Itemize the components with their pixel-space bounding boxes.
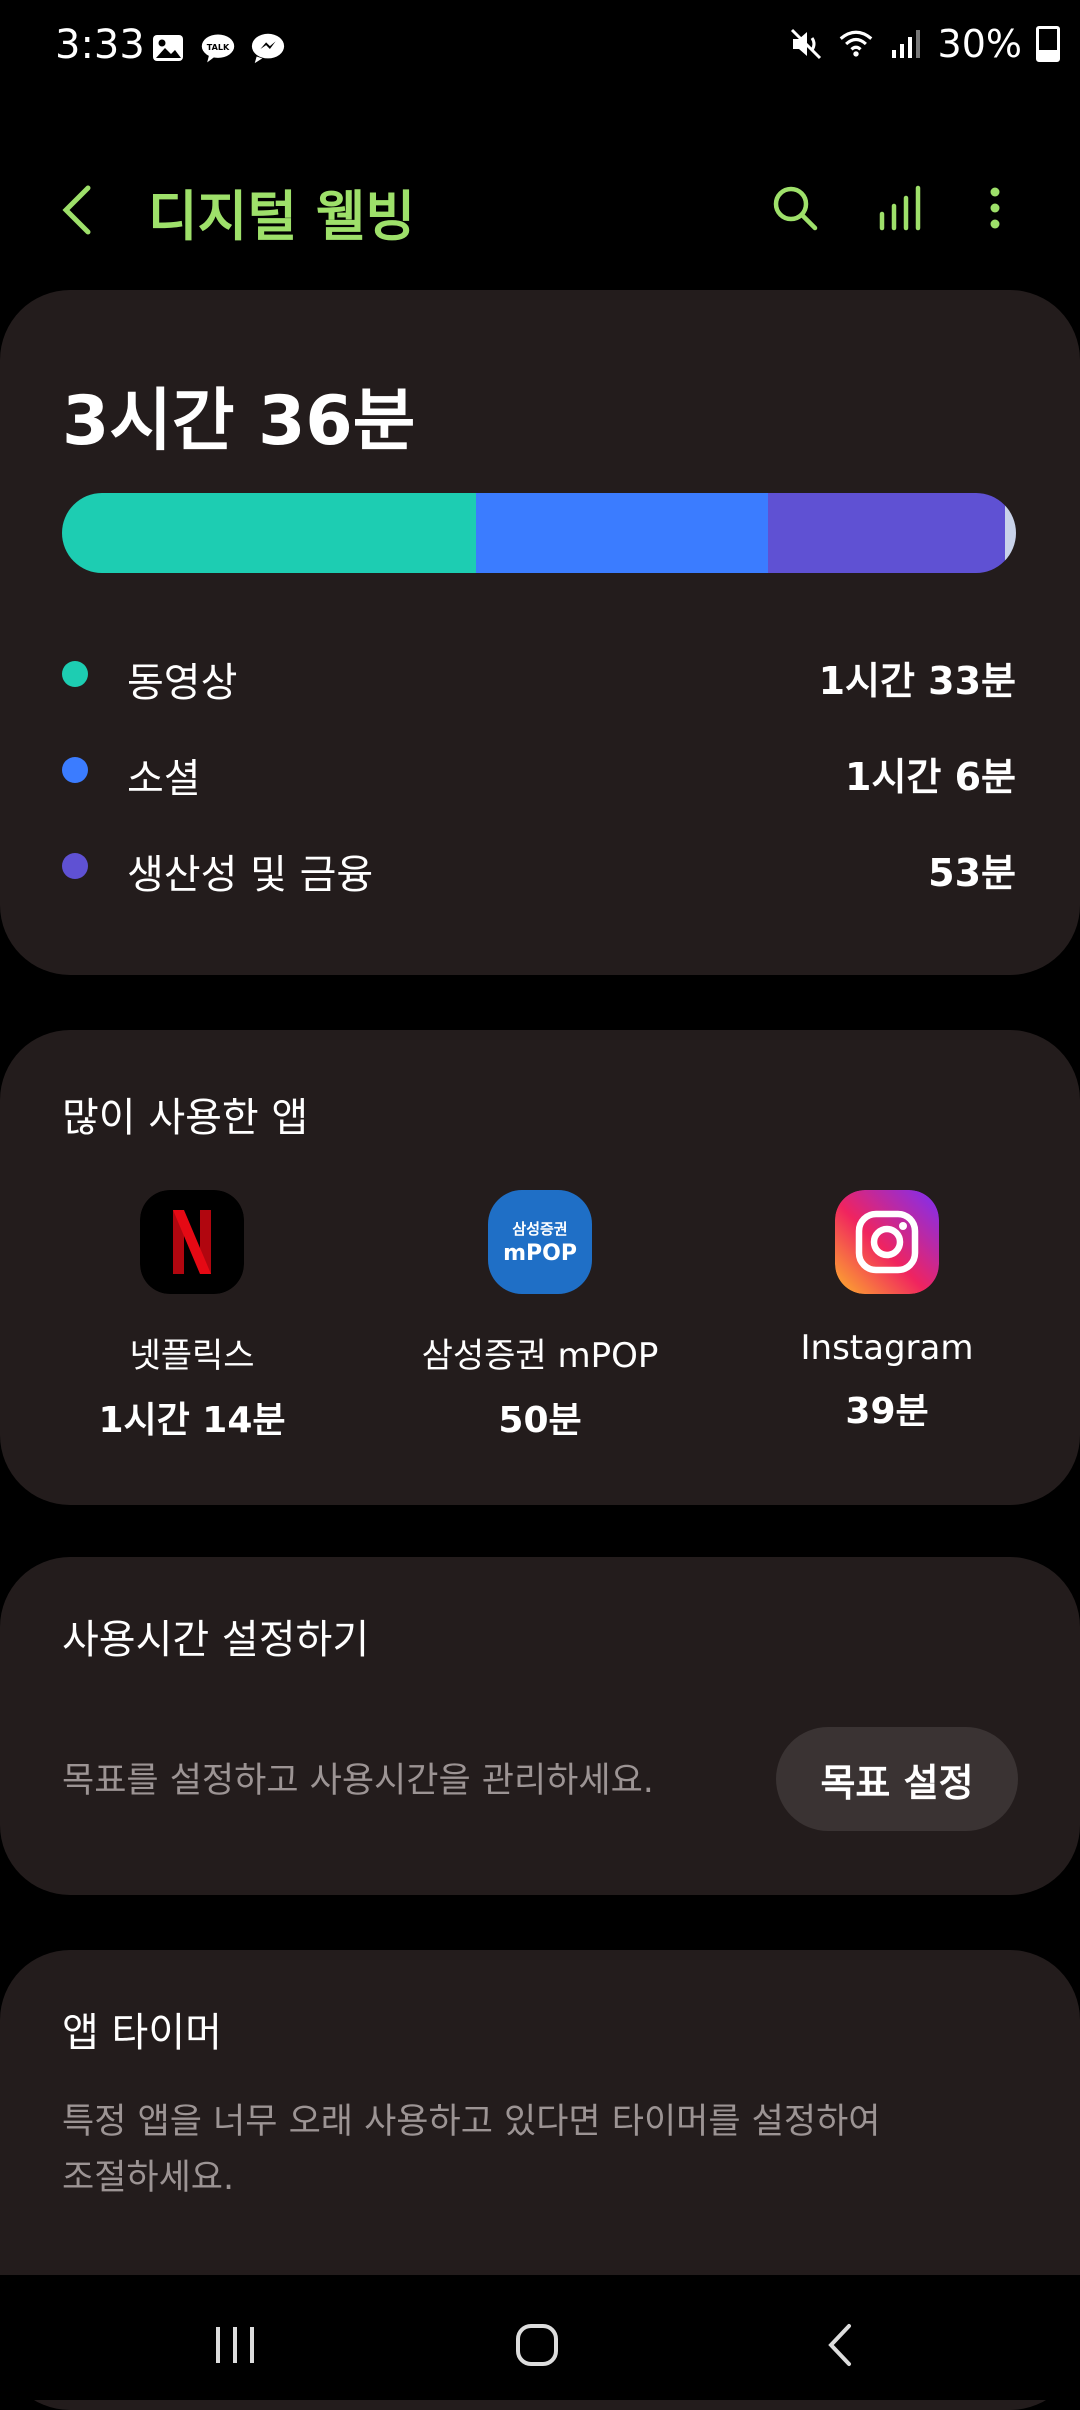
messenger-icon xyxy=(250,30,286,66)
mpop-icon: 삼성증권 mPOP xyxy=(488,1190,592,1294)
chevron-left-icon xyxy=(62,185,91,235)
search-button[interactable] xyxy=(765,178,825,238)
usage-bar-social xyxy=(476,493,768,573)
wifi-icon xyxy=(838,26,874,62)
top-apps-card: 많이 사용한 앱 넷플릭스 1시간 14분 삼성증권 mPOP 삼성증권 mPOP… xyxy=(0,1030,1080,1505)
battery-icon xyxy=(1036,26,1060,62)
legend-label: 생산성 및 금융 xyxy=(127,852,374,898)
legend-value: 53분 xyxy=(928,851,1016,895)
mpop-icon-text-top: 삼성증권 xyxy=(512,1220,567,1238)
legend-row-social: 소셜 1시간 6분 xyxy=(62,740,1016,802)
legend-dot xyxy=(62,853,88,879)
app-name: 넷플릭스 xyxy=(129,1336,255,1376)
battery-percent: 30% xyxy=(937,22,1022,66)
usage-bar-productivity xyxy=(767,493,1005,573)
usage-bar-other xyxy=(1004,493,1016,573)
app-usage-time: 1시간 14분 xyxy=(98,1400,286,1441)
signal-icon xyxy=(888,26,924,62)
navigation-bar xyxy=(0,2275,1080,2400)
recent-apps-button[interactable] xyxy=(195,2305,275,2385)
back-icon xyxy=(828,2324,851,2366)
app-timer-description: 특정 앱을 너무 오래 사용하고 있다면 타이머를 설정하여 조절하세요. xyxy=(62,2094,880,2206)
app-header: 디지털 웰빙 xyxy=(0,160,1080,260)
screen-time-goal-card: 사용시간 설정하기 목표를 설정하고 사용시간을 관리하세요. 목표 설정 xyxy=(0,1557,1080,1895)
more-options-button[interactable] xyxy=(965,178,1025,238)
back-nav-button[interactable] xyxy=(800,2305,880,2385)
app-usage-time: 50분 xyxy=(498,1400,582,1441)
app-name: Instagram xyxy=(800,1328,974,1368)
back-button[interactable] xyxy=(60,175,110,245)
mpop-icon-text-bottom: mPOP xyxy=(503,1241,577,1266)
more-vertical-icon xyxy=(990,187,1000,229)
goal-title: 사용시간 설정하기 xyxy=(62,1617,370,1663)
status-left-icons: TALK xyxy=(150,30,286,66)
svg-text:TALK: TALK xyxy=(207,42,230,52)
netflix-icon xyxy=(140,1190,244,1294)
legend-value: 1시간 6분 xyxy=(845,755,1016,799)
app-item-netflix[interactable]: 넷플릭스 1시간 14분 xyxy=(42,1190,342,1443)
search-icon xyxy=(773,186,818,231)
goal-description: 목표를 설정하고 사용시간을 관리하세요. xyxy=(62,1761,654,1801)
legend-label: 동영상 xyxy=(127,660,238,706)
status-right-icons: 30% xyxy=(788,22,1060,66)
instagram-icon xyxy=(835,1190,939,1294)
usage-bar-video xyxy=(62,493,477,573)
status-bar: 3:33 TALK 30% xyxy=(0,0,1080,100)
legend-dot xyxy=(62,757,88,783)
app-usage-time: 39분 xyxy=(845,1391,929,1432)
usage-bar xyxy=(62,493,1016,573)
mute-icon xyxy=(788,26,824,62)
home-icon xyxy=(516,2324,558,2366)
recents-icon xyxy=(216,2327,254,2363)
app-timer-title: 앱 타이머 xyxy=(62,2010,222,2056)
usage-summary-card[interactable]: 3시간 36분 동영상 1시간 33분 소셜 1시간 6분 생산성 및 금융 5… xyxy=(0,290,1080,975)
top-apps-title: 많이 사용한 앱 xyxy=(62,1095,309,1141)
total-usage-time: 3시간 36분 xyxy=(62,382,416,461)
status-time: 3:33 xyxy=(55,22,145,68)
app-name: 삼성증권 mPOP xyxy=(421,1336,659,1376)
set-goal-button[interactable]: 목표 설정 xyxy=(776,1727,1018,1831)
legend-value: 1시간 33분 xyxy=(818,659,1016,703)
legend-row-productivity: 생산성 및 금융 53분 xyxy=(62,836,1016,898)
stats-button[interactable] xyxy=(870,178,930,238)
bar-chart-icon xyxy=(879,185,921,231)
app-item-instagram[interactable]: Instagram 39분 xyxy=(737,1190,1037,1434)
app-item-mpop[interactable]: 삼성증권 mPOP 삼성증권 mPOP 50분 xyxy=(390,1190,690,1443)
app-timer-description-line2: 조절하세요. xyxy=(62,2158,235,2198)
app-timer-description-line1: 특정 앱을 너무 오래 사용하고 있다면 타이머를 설정하여 xyxy=(62,2102,881,2142)
home-button[interactable] xyxy=(497,2305,577,2385)
legend-dot xyxy=(62,661,88,687)
page-title: 디지털 웰빙 xyxy=(148,185,416,248)
gallery-icon xyxy=(150,30,186,66)
legend-label: 소셜 xyxy=(127,756,201,802)
legend-row-video: 동영상 1시간 33분 xyxy=(62,644,1016,706)
kakaotalk-icon: TALK xyxy=(200,30,236,66)
